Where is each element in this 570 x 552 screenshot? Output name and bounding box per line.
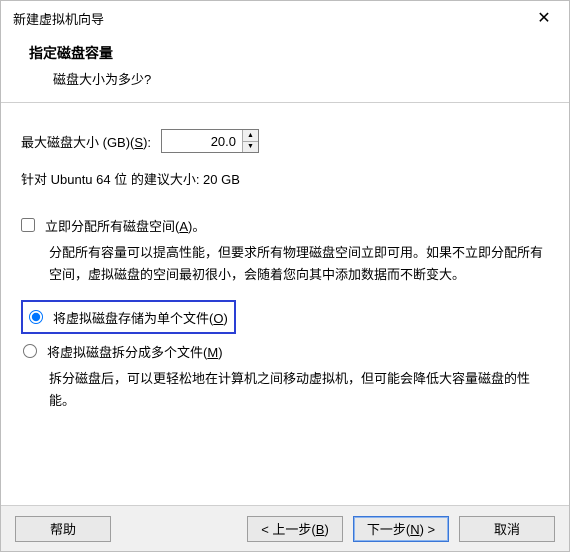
store-split-description: 拆分磁盘后，可以更轻松地在计算机之间移动虚拟机，但可能会降低大容量磁盘的性能。 bbox=[21, 362, 549, 412]
store-split-option[interactable]: 将虚拟磁盘拆分成多个文件(M) bbox=[23, 340, 549, 362]
spinner-down-button[interactable]: ▼ bbox=[243, 141, 258, 153]
cancel-button[interactable]: 取消 bbox=[459, 516, 555, 542]
chevron-down-icon: ▼ bbox=[247, 143, 254, 150]
allocate-now-description: 分配所有容量可以提高性能，但要求所有物理磁盘空间立即可用。如果不立即分配所有空间… bbox=[21, 236, 549, 286]
store-single-option[interactable]: 将虚拟磁盘存储为单个文件(O) bbox=[29, 306, 228, 328]
store-split-radio[interactable] bbox=[23, 344, 37, 358]
highlighted-option: 将虚拟磁盘存储为单个文件(O) bbox=[21, 300, 236, 334]
help-button[interactable]: 帮助 bbox=[15, 516, 111, 542]
allocate-now-label: 立即分配所有磁盘空间(A)。 bbox=[45, 216, 205, 235]
recommended-size-text: 针对 Ubuntu 64 位 的建议大小: 20 GB bbox=[21, 169, 549, 188]
disk-size-label: 最大磁盘大小 (GB)(S): bbox=[21, 132, 151, 151]
allocate-block: 立即分配所有磁盘空间(A)。 分配所有容量可以提高性能，但要求所有物理磁盘空间立… bbox=[21, 214, 549, 286]
titlebar: 新建虚拟机向导 ✕ bbox=[1, 1, 569, 35]
spinner-up-button[interactable]: ▲ bbox=[243, 130, 258, 141]
disk-size-row: 最大磁盘大小 (GB)(S): ▲ ▼ bbox=[21, 129, 549, 153]
footer-bar: 帮助 < 上一步(B) 下一步(N) > 取消 bbox=[1, 505, 569, 551]
wizard-header: 指定磁盘容量 磁盘大小为多少? bbox=[1, 35, 569, 102]
storage-block: 将虚拟磁盘存储为单个文件(O) 将虚拟磁盘拆分成多个文件(M) 拆分磁盘后，可以… bbox=[21, 300, 549, 412]
next-button[interactable]: 下一步(N) > bbox=[353, 516, 449, 542]
chevron-up-icon: ▲ bbox=[247, 132, 254, 139]
allocate-now-option[interactable]: 立即分配所有磁盘空间(A)。 bbox=[21, 214, 549, 236]
close-button[interactable]: ✕ bbox=[523, 4, 565, 32]
store-single-label: 将虚拟磁盘存储为单个文件(O) bbox=[53, 308, 228, 327]
window-title: 新建虚拟机向导 bbox=[13, 9, 523, 28]
store-split-label: 将虚拟磁盘拆分成多个文件(M) bbox=[47, 342, 223, 361]
disk-size-spinner[interactable]: ▲ ▼ bbox=[161, 129, 259, 153]
page-title: 指定磁盘容量 bbox=[29, 43, 557, 63]
close-icon: ✕ bbox=[537, 8, 550, 28]
disk-size-input[interactable] bbox=[162, 130, 242, 152]
store-single-radio[interactable] bbox=[29, 310, 43, 324]
content-area: 最大磁盘大小 (GB)(S): ▲ ▼ 针对 Ubuntu 64 位 的建议大小… bbox=[1, 103, 569, 436]
page-subtitle: 磁盘大小为多少? bbox=[29, 69, 557, 88]
spinner-buttons: ▲ ▼ bbox=[242, 130, 258, 152]
back-button[interactable]: < 上一步(B) bbox=[247, 516, 343, 542]
allocate-now-checkbox[interactable] bbox=[21, 218, 35, 232]
